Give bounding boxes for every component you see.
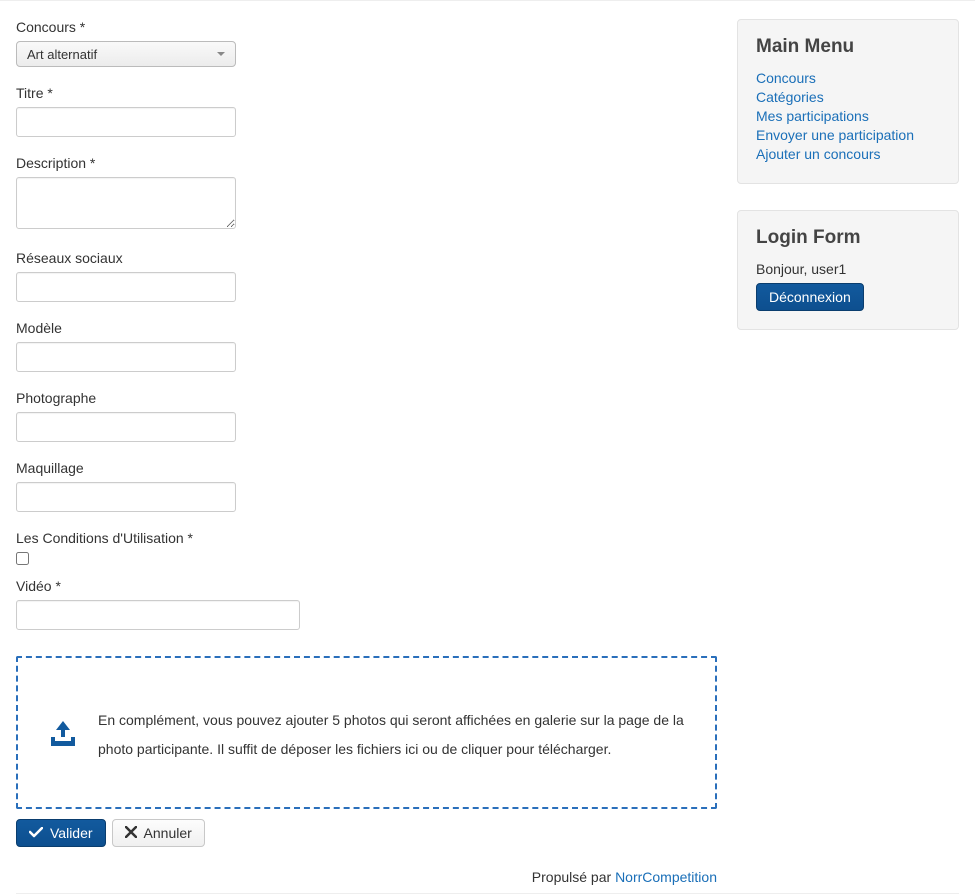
upload-dropzone[interactable]: En complément, vous pouvez ajouter 5 pho… [16, 656, 717, 809]
menu-item-concours[interactable]: Concours [756, 70, 816, 86]
checkbox-conditions[interactable] [16, 552, 29, 565]
input-modele[interactable] [16, 342, 236, 372]
upload-icon [48, 721, 78, 750]
select-concours-value: Art alternatif [27, 47, 97, 62]
input-titre[interactable] [16, 107, 236, 137]
dropzone-text: En complément, vous pouvez ajouter 5 pho… [98, 706, 685, 765]
input-description[interactable] [16, 177, 236, 229]
logout-button[interactable]: Déconnexion [756, 283, 864, 311]
menu-item-categories[interactable]: Catégories [756, 89, 824, 105]
field-photographe: Photographe [16, 390, 717, 442]
input-video[interactable] [16, 600, 300, 630]
label-titre: Titre * [16, 85, 717, 101]
field-titre: Titre * [16, 85, 717, 137]
field-reseaux: Réseaux sociaux [16, 250, 717, 302]
field-maquillage: Maquillage [16, 460, 717, 512]
sidebar: Main Menu Concours Catégories Mes partic… [737, 19, 959, 893]
footer: Propulsé par NorrCompetition [16, 869, 717, 893]
main-menu-panel: Main Menu Concours Catégories Mes partic… [737, 19, 959, 184]
login-greeting: Bonjour, user1 [756, 261, 940, 277]
submit-button[interactable]: Valider [16, 819, 106, 847]
label-maquillage: Maquillage [16, 460, 717, 476]
label-video: Vidéo * [16, 578, 717, 594]
cancel-button-label: Annuler [144, 825, 192, 841]
field-description: Description * [16, 155, 717, 232]
check-icon [29, 825, 43, 841]
select-concours[interactable]: Art alternatif [16, 41, 236, 67]
cancel-button[interactable]: Annuler [112, 819, 205, 847]
login-title: Login Form [756, 227, 940, 249]
field-conditions: Les Conditions d'Utilisation * [16, 530, 717, 568]
main-menu-title: Main Menu [756, 36, 940, 58]
menu-item-envoyer[interactable]: Envoyer une participation [756, 127, 914, 143]
input-reseaux[interactable] [16, 272, 236, 302]
input-photographe[interactable] [16, 412, 236, 442]
input-maquillage[interactable] [16, 482, 236, 512]
field-concours: Concours * Art alternatif [16, 19, 717, 67]
label-description: Description * [16, 155, 717, 171]
footer-prefix: Propulsé par [532, 869, 615, 885]
footer-link[interactable]: NorrCompetition [615, 869, 717, 885]
label-photographe: Photographe [16, 390, 717, 406]
main-menu-list: Concours Catégories Mes participations E… [756, 70, 940, 162]
menu-item-ajouter[interactable]: Ajouter un concours [756, 146, 881, 162]
submit-button-label: Valider [50, 825, 93, 841]
field-video: Vidéo * [16, 578, 717, 630]
label-conditions: Les Conditions d'Utilisation * [16, 530, 717, 546]
label-modele: Modèle [16, 320, 717, 336]
logout-button-label: Déconnexion [769, 289, 851, 305]
label-concours: Concours * [16, 19, 717, 35]
menu-item-participations[interactable]: Mes participations [756, 108, 869, 124]
login-panel: Login Form Bonjour, user1 Déconnexion [737, 210, 959, 330]
button-row: Valider Annuler [16, 819, 717, 847]
label-reseaux: Réseaux sociaux [16, 250, 717, 266]
form-area: Concours * Art alternatif Titre * Descri… [16, 19, 717, 893]
field-modele: Modèle [16, 320, 717, 372]
chevron-down-icon [217, 52, 225, 56]
close-icon [125, 825, 137, 841]
